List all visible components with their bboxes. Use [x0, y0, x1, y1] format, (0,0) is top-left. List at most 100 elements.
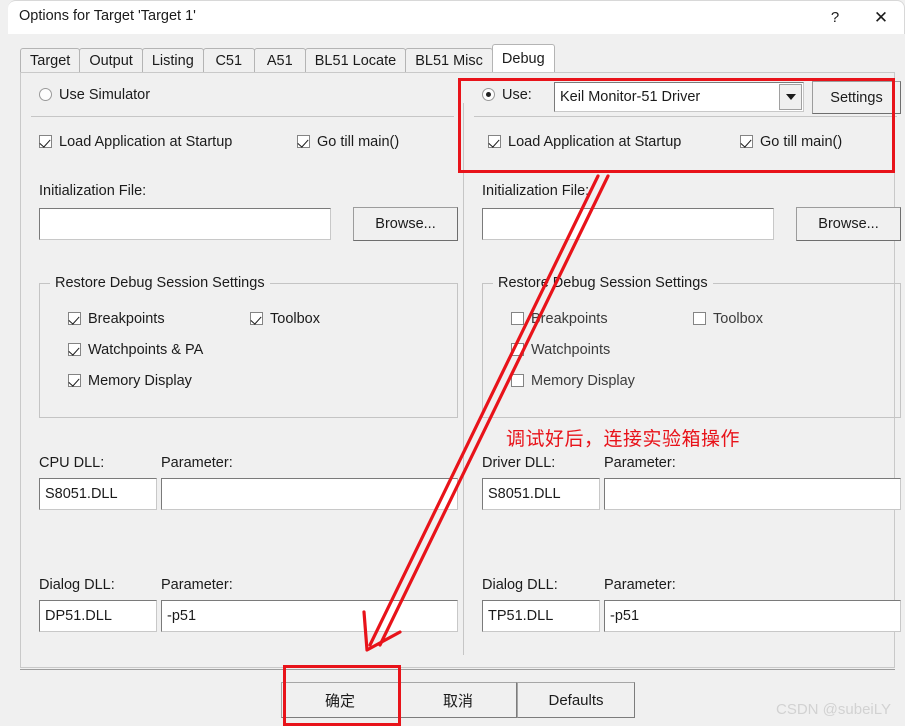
right-breakpoints-checkbox[interactable]: Breakpoints [511, 310, 608, 328]
left-init-file-label: Initialization File: [39, 183, 147, 199]
right-browse-button[interactable]: Browse... [796, 207, 901, 241]
left-load-app-label: Load Application at Startup [59, 133, 233, 150]
left-cpu-param-input[interactable] [161, 478, 458, 510]
cancel-label: 取消 [442, 692, 473, 710]
right-go-till-main-label: Go till main() [760, 133, 843, 150]
right-watchpoints-label: Watchpoints [531, 341, 611, 358]
checkbox-icon [68, 343, 81, 357]
tab-label: Debug [501, 50, 545, 67]
left-dialog-dll-label: Dialog DLL: [39, 577, 115, 593]
radio-icon [39, 88, 52, 102]
left-separator [31, 116, 454, 117]
right-init-file-input[interactable] [482, 208, 774, 240]
right-breakpoints-label: Breakpoints [531, 310, 608, 327]
checkbox-icon [693, 312, 706, 326]
tab-listing[interactable]: Listing [141, 48, 204, 72]
defaults-button[interactable]: Defaults [517, 682, 635, 718]
right-load-app-checkbox[interactable]: Load Application at Startup [488, 133, 681, 151]
tab-label: C51 [215, 52, 243, 69]
tab-label: BL51 Misc [415, 52, 483, 69]
tab-label: Target [30, 52, 71, 69]
right-load-app-label: Load Application at Startup [508, 133, 682, 150]
tab-label: Output [89, 52, 133, 69]
right-driver-dll-input[interactable]: S8051.DLL [482, 478, 600, 510]
checkbox-icon [511, 312, 524, 326]
left-memory-display-label: Memory Display [88, 372, 192, 389]
left-dialog-dll-input[interactable]: DP51.DLL [39, 600, 157, 632]
tab-output[interactable]: Output [79, 48, 143, 72]
right-driver-param-label: Parameter: [604, 455, 676, 471]
right-watchpoints-checkbox[interactable]: Watchpoints [511, 341, 610, 359]
right-group-title: Restore Debug Session Settings [493, 275, 713, 291]
cancel-button[interactable]: 取消 [399, 682, 517, 718]
annotation-note: 调试好后，连接实验箱操作 [506, 429, 741, 450]
right-dialog-dll-input[interactable]: TP51.DLL [482, 600, 600, 632]
left-toolbox-label: Toolbox [270, 310, 320, 327]
driver-select-value: Keil Monitor-51 Driver [560, 89, 701, 105]
close-button[interactable]: ✕ [858, 1, 904, 33]
right-restore-session-group: Restore Debug Session Settings Breakpoin… [482, 275, 901, 418]
left-breakpoints-checkbox[interactable]: Breakpoints [68, 310, 165, 328]
left-go-till-main-label: Go till main() [317, 133, 400, 150]
left-go-till-main-checkbox[interactable]: Go till main() [297, 133, 399, 151]
right-init-file-label: Initialization File: [482, 183, 590, 199]
use-driver-label: Use: [502, 86, 532, 103]
right-go-till-main-checkbox[interactable]: Go till main() [740, 133, 842, 151]
watermark: CSDN @subeiLY [776, 701, 891, 718]
right-driver-param-input[interactable] [604, 478, 901, 510]
left-watchpoints-label: Watchpoints & PA [88, 341, 204, 358]
chevron-down-icon[interactable] [779, 84, 802, 110]
checkbox-icon [511, 374, 524, 388]
checkbox-icon [68, 312, 81, 326]
right-driver-dll-label: Driver DLL: [482, 455, 556, 471]
right-browse-label: Browse... [818, 216, 879, 232]
radio-icon [482, 88, 495, 102]
tab-label: A51 [266, 52, 293, 69]
right-separator [474, 116, 897, 117]
left-memory-display-checkbox[interactable]: Memory Display [68, 372, 192, 390]
checkbox-icon [740, 135, 753, 149]
use-driver-radio[interactable]: Use: [482, 86, 532, 104]
right-dialog-param-label: Parameter: [604, 577, 676, 593]
settings-button[interactable]: Settings [812, 81, 901, 114]
left-toolbox-checkbox[interactable]: Toolbox [250, 310, 320, 328]
left-dialog-param-input[interactable]: -p51 [161, 600, 458, 632]
checkbox-icon [250, 312, 263, 326]
right-dialog-param-input[interactable]: -p51 [604, 600, 901, 632]
tab-label: Listing [151, 52, 194, 69]
tab-debug[interactable]: Debug [491, 44, 555, 72]
use-simulator-label: Use Simulator [59, 86, 151, 103]
left-dialog-param-label: Parameter: [161, 577, 233, 593]
left-browse-button[interactable]: Browse... [353, 207, 458, 241]
checkbox-icon [511, 343, 524, 357]
defaults-label: Defaults [548, 691, 604, 709]
right-memory-display-label: Memory Display [531, 372, 635, 389]
left-init-file-input[interactable] [39, 208, 331, 240]
left-browse-label: Browse... [375, 216, 436, 232]
left-restore-session-group: Restore Debug Session Settings Breakpoin… [39, 275, 458, 418]
left-watchpoints-checkbox[interactable]: Watchpoints & PA [68, 341, 203, 359]
tab-c51[interactable]: C51 [202, 48, 255, 72]
tab-label: BL51 Locate [314, 52, 397, 69]
settings-label: Settings [830, 89, 883, 106]
title-bar: Options for Target 'Target 1' ? ✕ [8, 0, 905, 34]
driver-select[interactable]: Keil Monitor-51 Driver [554, 82, 804, 112]
left-load-app-checkbox[interactable]: Load Application at Startup [39, 133, 232, 151]
footer-separator [20, 669, 895, 670]
options-dialog: Target Output Listing C51 A51 BL51 Locat… [8, 34, 905, 726]
use-simulator-radio[interactable]: Use Simulator [39, 86, 150, 104]
panel-divider [463, 103, 464, 655]
left-cpu-dll-input[interactable]: S8051.DLL [39, 478, 157, 510]
ok-button[interactable]: 确定 [281, 682, 399, 718]
checkbox-icon [488, 135, 501, 149]
right-memory-display-checkbox[interactable]: Memory Display [511, 372, 635, 390]
left-group-title: Restore Debug Session Settings [50, 275, 270, 291]
tab-target[interactable]: Target [20, 48, 81, 72]
tab-a51[interactable]: A51 [253, 48, 306, 72]
debug-tab-page: Use Simulator Load Application at Startu… [20, 72, 901, 668]
checkbox-icon [297, 135, 310, 149]
right-toolbox-checkbox[interactable]: Toolbox [693, 310, 763, 328]
tab-bl51-misc[interactable]: BL51 Misc [405, 48, 493, 72]
help-button[interactable]: ? [812, 1, 858, 33]
tab-bl51-locate[interactable]: BL51 Locate [304, 48, 407, 72]
